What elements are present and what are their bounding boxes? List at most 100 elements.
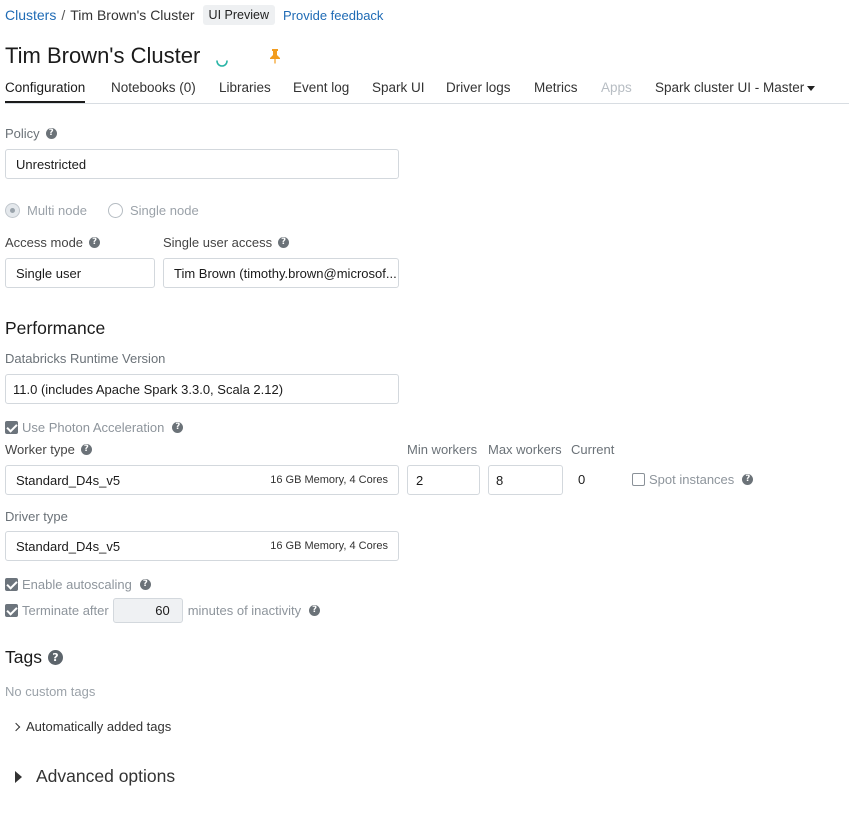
policy-label-text: Policy [5, 126, 40, 141]
min-workers-input[interactable]: 2 [407, 465, 480, 495]
help-icon[interactable]: ? [309, 604, 321, 616]
breadcrumb-separator: / [61, 7, 66, 23]
multi-node-option[interactable]: Multi node [5, 203, 87, 218]
title-row: Tim Brown's Cluster [5, 40, 282, 72]
provide-feedback-link[interactable]: Provide feedback [283, 8, 383, 23]
advanced-options-toggle[interactable]: Advanced options [15, 766, 175, 787]
runtime-value: 11.0 (includes Apache Spark 3.3.0, Scala… [13, 381, 284, 397]
current-workers-value: 0 [578, 472, 586, 487]
runtime-select[interactable]: 11.0 (includes Apache Spark 3.3.0, Scala… [5, 374, 399, 404]
tags-heading: Tags ? [5, 647, 63, 668]
single-node-option[interactable]: Single node [108, 203, 199, 218]
help-icon[interactable]: ? [278, 237, 290, 248]
policy-value: Unrestricted [16, 156, 87, 172]
single-node-label: Single node [130, 203, 199, 218]
help-icon[interactable]: ? [172, 422, 184, 433]
tab-notebooks[interactable]: Notebooks (0) [111, 80, 196, 95]
caret-right-icon [15, 770, 22, 783]
single-user-access-label: Single user access ? [163, 235, 290, 250]
driver-type-meta: 16 GB Memory, 4 Cores [270, 540, 388, 552]
driver-type-label: Driver type [5, 509, 68, 524]
worker-type-meta: 16 GB Memory, 4 Cores [270, 474, 388, 486]
runtime-label: Databricks Runtime Version [5, 351, 165, 366]
terminate-checkbox[interactable] [5, 603, 18, 617]
performance-title: Performance [5, 318, 106, 338]
help-icon[interactable]: ? [89, 237, 101, 248]
access-mode-label: Access mode ? [5, 235, 101, 250]
help-icon[interactable]: ? [742, 474, 754, 485]
tab-metrics[interactable]: Metrics [534, 80, 578, 95]
worker-type-label: Worker type ? [5, 442, 92, 457]
terminate-suffix: minutes of inactivity [187, 602, 302, 618]
multi-node-label: Multi node [27, 203, 87, 218]
tab-libraries[interactable]: Libraries [219, 80, 271, 95]
tab-configuration[interactable]: Configuration [5, 80, 86, 103]
driver-type-value: Standard_D4s_v5 [16, 538, 121, 554]
tab-spark-cluster-ui-label: Spark cluster UI - Master [655, 80, 805, 95]
page-title: Tim Brown's Cluster [5, 43, 201, 68]
breadcrumb-clusters-link[interactable]: Clusters [5, 7, 56, 23]
tab-spark-cluster-ui-dropdown[interactable]: Spark cluster UI - Master [655, 80, 816, 95]
runtime-label-text: Databricks Runtime Version [5, 351, 166, 366]
worker-type-value: Standard_D4s_v5 [16, 472, 121, 488]
access-mode-value: Single user [16, 265, 82, 281]
auto-tags-label: Automatically added tags [26, 719, 172, 734]
spot-instances-checkbox[interactable] [632, 473, 645, 486]
access-mode-select[interactable]: Single user [5, 258, 155, 288]
current-workers-label-text: Current [571, 442, 615, 457]
policy-select[interactable]: Unrestricted [5, 149, 399, 179]
no-custom-tags-text: No custom tags [5, 684, 96, 699]
terminate-option: Terminate after 60 minutes of inactivity… [5, 597, 321, 623]
worker-type-select[interactable]: Standard_D4s_v5 16 GB Memory, 4 Cores [5, 465, 399, 495]
terminate-minutes-value: 60 [155, 602, 170, 618]
tab-event-log[interactable]: Event log [293, 80, 349, 95]
help-icon[interactable]: ? [45, 128, 57, 139]
tab-bar: Configuration Notebooks (0) Libraries Ev… [5, 78, 849, 104]
caret-down-icon [807, 85, 816, 91]
max-workers-input[interactable]: 8 [488, 465, 563, 495]
performance-heading: Performance [5, 318, 105, 339]
ui-preview-badge: UI Preview [202, 5, 275, 25]
single-user-access-select[interactable]: Tim Brown (timothy.brown@microsof... [163, 258, 399, 288]
photon-label: Use Photon Acceleration [22, 420, 165, 435]
current-workers-label: Current [571, 442, 614, 457]
min-workers-label-text: Min workers [407, 442, 478, 457]
single-node-radio[interactable] [108, 203, 123, 218]
tab-apps: Apps [601, 80, 632, 95]
max-workers-label-text: Max workers [488, 442, 562, 457]
help-icon[interactable]: ? [80, 444, 92, 455]
tags-title: Tags [5, 647, 42, 667]
help-icon[interactable]: ? [47, 650, 63, 665]
autoscaling-checkbox[interactable] [5, 578, 18, 591]
advanced-options-label: Advanced options [36, 766, 176, 786]
autoscaling-label: Enable autoscaling [22, 577, 132, 592]
breadcrumb: Clusters / Tim Brown's Cluster UI Previe… [5, 5, 383, 25]
max-workers-value: 8 [496, 472, 504, 488]
tab-spark-ui[interactable]: Spark UI [372, 80, 425, 95]
min-workers-label: Min workers [407, 442, 477, 457]
spinner-icon [216, 60, 229, 67]
help-icon[interactable]: ? [139, 579, 151, 590]
autoscaling-option[interactable]: Enable autoscaling ? [5, 577, 151, 592]
terminate-minutes-input[interactable]: 60 [112, 597, 183, 623]
driver-type-select[interactable]: Standard_D4s_v5 16 GB Memory, 4 Cores [5, 531, 399, 561]
auto-tags-toggle[interactable]: Automatically added tags [11, 719, 172, 734]
driver-type-label-text: Driver type [5, 509, 68, 524]
spot-instances-label: Spot instances [649, 472, 735, 487]
terminate-label: Terminate after [22, 602, 109, 618]
pin-icon[interactable] [268, 48, 282, 64]
access-mode-label-text: Access mode [5, 235, 84, 250]
single-user-access-label-text: Single user access [163, 235, 273, 250]
photon-checkbox[interactable] [5, 421, 18, 434]
max-workers-label: Max workers [488, 442, 562, 457]
worker-type-label-text: Worker type [5, 442, 75, 457]
single-user-access-value: Tim Brown (timothy.brown@microsof... [174, 265, 397, 281]
chevron-right-icon [11, 722, 21, 731]
policy-label: Policy ? [5, 126, 57, 141]
tab-driver-logs[interactable]: Driver logs [446, 80, 511, 95]
photon-option[interactable]: Use Photon Acceleration ? [5, 420, 184, 435]
breadcrumb-current: Tim Brown's Cluster [70, 7, 195, 23]
min-workers-value: 2 [416, 472, 424, 488]
multi-node-radio[interactable] [5, 203, 20, 218]
spot-instances-option[interactable]: Spot instances ? [632, 472, 754, 487]
